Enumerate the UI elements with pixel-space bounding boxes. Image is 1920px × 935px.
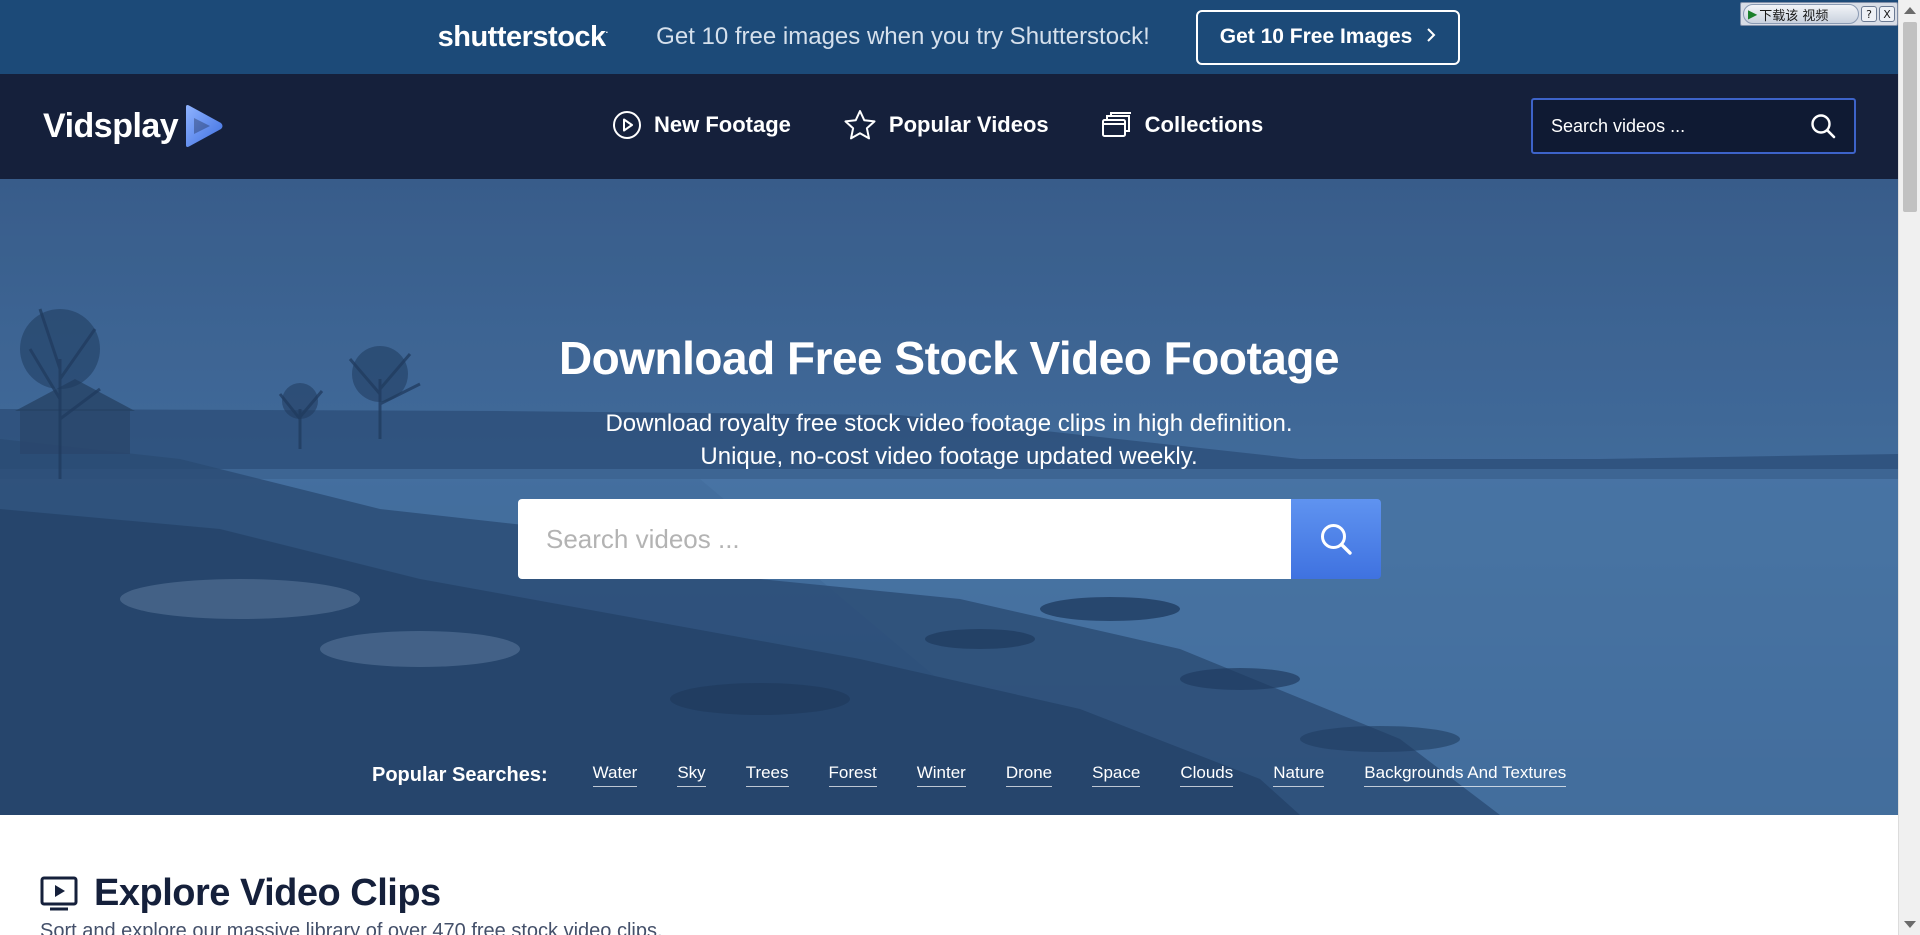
nav-collections-label: Collections <box>1144 112 1264 137</box>
explore-subtitle: Sort and explore our massive library of … <box>40 920 663 935</box>
popular-tag-drone[interactable]: Drone <box>1005 763 1053 787</box>
nav-new-footage-label: New Footage <box>654 112 791 137</box>
star-icon <box>844 110 876 140</box>
search-icon <box>1321 524 1352 555</box>
shutterstock-logo-text: shutterstock <box>437 20 607 53</box>
hero-title: Download Free Stock Video Footage <box>558 332 1340 384</box>
nav-popular-videos-label: Popular Videos <box>888 112 1049 137</box>
collections-icon <box>1101 112 1131 137</box>
play-icon: ▶ <box>1748 7 1758 21</box>
shutterstock-logo[interactable]: shutterstock· <box>438 21 609 54</box>
get-free-images-button[interactable]: Get 10 Free Images <box>1195 9 1461 65</box>
nav-new-footage[interactable]: New Footage <box>612 110 791 140</box>
nav-popular-videos[interactable]: Popular Videos <box>843 109 1049 141</box>
hero-content: Download Free Stock Video Footage Downlo… <box>0 331 1898 473</box>
explore-title: Explore Video Clips <box>94 872 441 914</box>
nav-collections[interactable]: Collections <box>1101 111 1264 139</box>
popular-tag-water[interactable]: Water <box>592 763 638 787</box>
popular-tag-backgrounds-and-textures[interactable]: Backgrounds And Textures <box>1364 763 1567 787</box>
scrollbar-thumb[interactable] <box>1903 22 1917 212</box>
popular-tag-sky[interactable]: Sky <box>677 763 706 787</box>
page-scrollbar[interactable] <box>1898 0 1920 935</box>
download-video-label: 下载该 视频 <box>1759 8 1829 24</box>
video-download-widget: ▶ 下载该 视频 ? X <box>1740 2 1898 26</box>
download-video-button[interactable]: ▶ 下载该 视频 <box>1743 4 1859 24</box>
explore-header: Explore Video Clips <box>40 872 441 915</box>
popular-tag-space[interactable]: Space <box>1092 763 1141 787</box>
main-nav: Vidsplay New Footage Popular Videos Coll… <box>0 74 1898 179</box>
hero-subtitle-line2: Unique, no-cost video footage updated we… <box>700 443 1198 470</box>
popular-tag-trees[interactable]: Trees <box>745 763 789 787</box>
nav-links: New Footage Popular Videos Collections <box>612 109 1315 141</box>
play-logo-icon <box>186 105 223 147</box>
popular-searches-label: Popular Searches: <box>372 763 548 786</box>
popular-tag-winter[interactable]: Winter <box>916 763 966 787</box>
hero-search <box>518 499 1381 579</box>
vidsplay-logo[interactable]: Vidsplay <box>43 104 224 148</box>
play-circle-icon <box>613 111 641 139</box>
help-icon[interactable]: ? <box>1861 6 1877 22</box>
scroll-down-arrow-icon[interactable] <box>1904 921 1916 928</box>
popular-searches: Popular Searches: Water Sky Trees Forest… <box>372 763 1606 787</box>
popular-tag-clouds[interactable]: Clouds <box>1180 763 1234 787</box>
hero-subtitle-line1: Download royalty free stock video footag… <box>605 410 1293 437</box>
popular-tag-nature[interactable]: Nature <box>1273 763 1325 787</box>
promo-banner: shutterstock· Get 10 free images when yo… <box>0 0 1898 74</box>
get-free-images-label: Get 10 Free Images <box>1219 25 1413 48</box>
promo-text: Get 10 free images when you try Shutters… <box>656 23 1150 50</box>
hero-subtitle: Download royalty free stock video footag… <box>0 407 1898 473</box>
popular-tag-forest[interactable]: Forest <box>828 763 877 787</box>
video-icon <box>40 876 78 910</box>
scroll-up-arrow-icon[interactable] <box>1904 7 1916 14</box>
header-search-input[interactable] <box>1551 115 1810 137</box>
header-search <box>1531 98 1856 154</box>
close-icon[interactable]: X <box>1879 6 1895 22</box>
hero-background-image <box>0 179 1898 815</box>
search-icon[interactable] <box>1810 113 1836 139</box>
hero-search-button[interactable] <box>1291 499 1381 579</box>
hero-search-input[interactable] <box>518 499 1291 579</box>
chevron-right-icon <box>1426 26 1436 49</box>
brand-name: Vidsplay <box>43 106 179 145</box>
hero-section: Download Free Stock Video Footage Downlo… <box>0 179 1898 815</box>
